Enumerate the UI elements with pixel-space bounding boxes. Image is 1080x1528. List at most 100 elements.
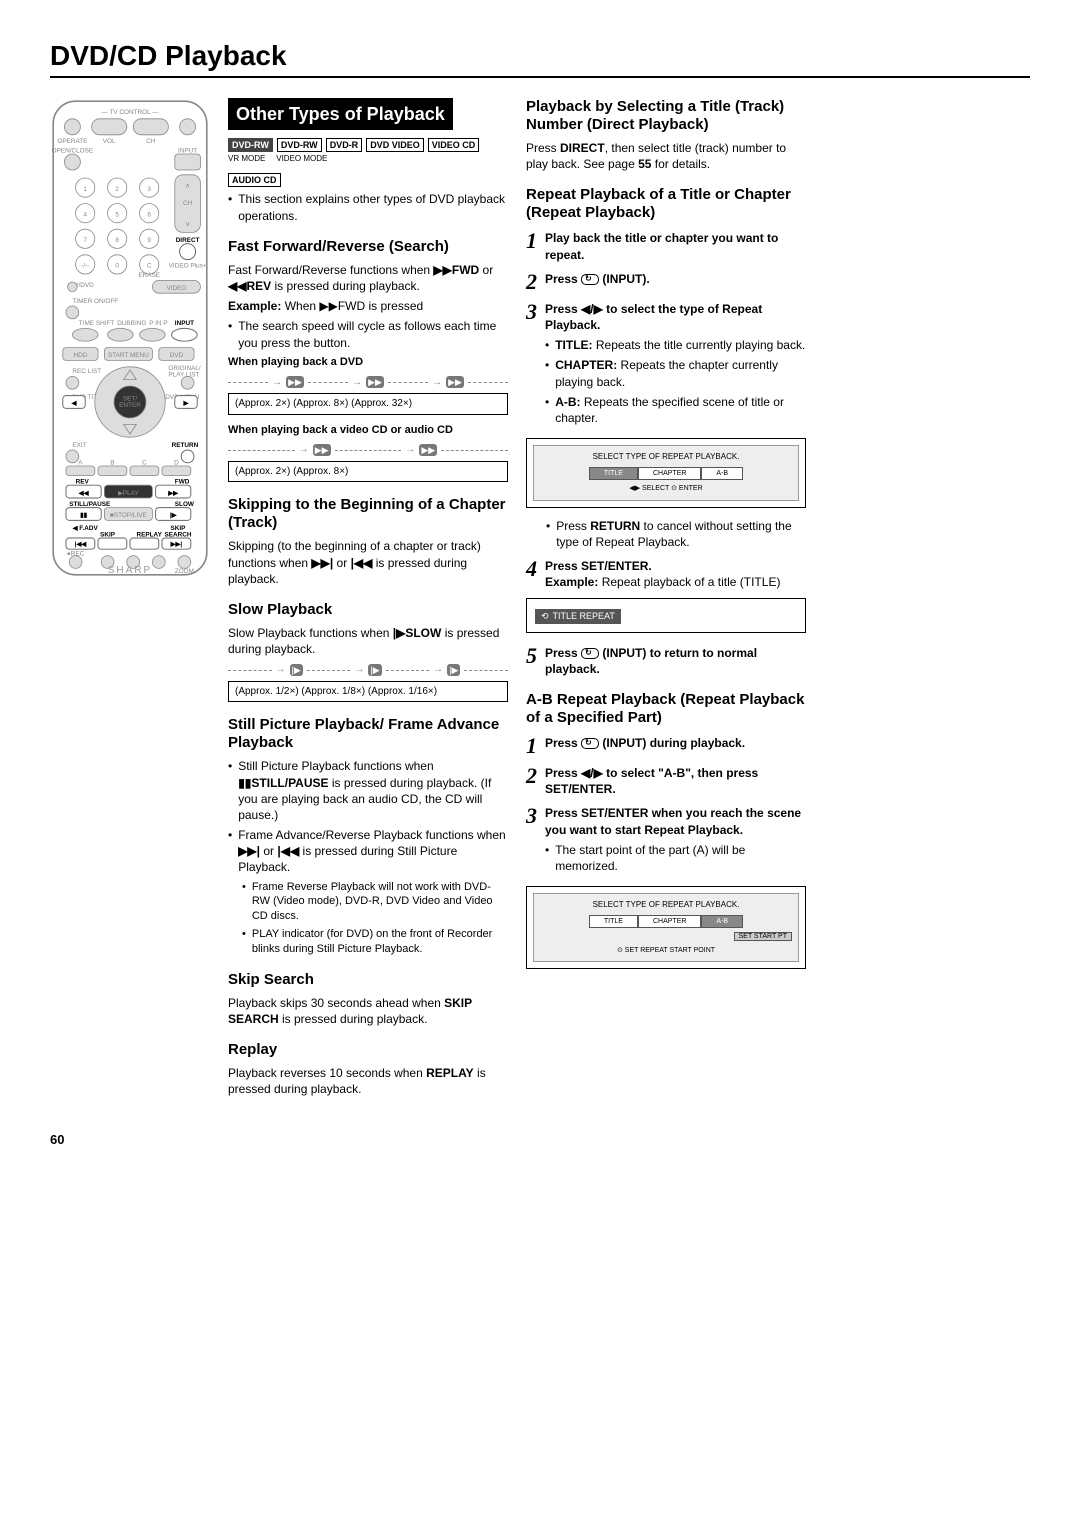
- ffr-example: Example: When ▶▶FWD is pressed: [228, 298, 508, 314]
- still-b2: Frame Advance/Reverse Playback functions…: [228, 827, 508, 876]
- svg-text:REC LIST: REC LIST: [72, 368, 101, 375]
- still-b1: Still Picture Playback functions when ▮▮…: [228, 758, 508, 823]
- osd-tab-ab: A-B: [701, 467, 743, 480]
- svg-text:■STOP/LIVE: ■STOP/LIVE: [110, 512, 147, 519]
- svg-text:CH: CH: [183, 200, 193, 207]
- svg-text:∧: ∧: [185, 183, 190, 190]
- heading-still: Still Picture Playback/ Frame Advance Pl…: [228, 716, 508, 752]
- input-icon: [581, 274, 599, 285]
- svg-text:●REC: ●REC: [67, 551, 85, 558]
- svg-text:HDD: HDD: [73, 352, 87, 359]
- repeat-osd: SELECT TYPE OF REPEAT PLAYBACK. TITLE CH…: [526, 438, 806, 508]
- svg-text:5: 5: [115, 211, 119, 218]
- svg-text:TIMER ON/OFF: TIMER ON/OFF: [72, 298, 118, 305]
- section-title: Other Types of Playback: [228, 98, 453, 130]
- repeat-step-4: 4 Press SET/ENTER. Example: Repeat playb…: [526, 558, 806, 590]
- heading-skipsearch: Skip Search: [228, 971, 508, 989]
- heading-repeat: Repeat Playback of a Title or Chapter (R…: [526, 186, 806, 222]
- svg-text:SLOW: SLOW: [175, 501, 195, 508]
- svg-text:D: D: [174, 459, 179, 466]
- badge-audiocd: AUDIO CD: [228, 173, 281, 187]
- svg-text:C: C: [147, 263, 152, 270]
- input-icon: [581, 648, 599, 659]
- ab-step-1: 1 Press (INPUT) during playback.: [526, 735, 806, 757]
- svg-text:◀◀: ◀◀: [78, 490, 89, 497]
- svg-text:SKIP: SKIP: [100, 531, 116, 538]
- title-rule: [50, 76, 1030, 78]
- ffr-cd-flow: →▶▶ →▶▶: [228, 443, 508, 457]
- badge-dvdvideo: DVD VIDEO: [366, 138, 424, 152]
- slow-body: Slow Playback functions when |▶SLOW is p…: [228, 625, 508, 657]
- svg-text:VIDEO Plus+: VIDEO Plus+: [169, 263, 207, 270]
- input-icon: [581, 738, 599, 749]
- heading-direct: Playback by Selecting a Title (Track) Nu…: [526, 98, 806, 134]
- svg-text:VIDEO: VIDEO: [166, 285, 186, 292]
- svg-text:1: 1: [83, 186, 87, 193]
- slow-flow: →|▶ →|▶ →|▶: [228, 663, 508, 677]
- svg-text:|◀◀: |◀◀: [75, 541, 87, 548]
- ffr-dvd-label: When playing back a DVD: [228, 355, 508, 370]
- heading-ffr: Fast Forward/Reverse (Search): [228, 238, 508, 256]
- badge-subs: VR MODE VIDEO MODE: [228, 154, 508, 165]
- svg-text:CH: CH: [146, 138, 156, 145]
- svg-text:∨: ∨: [185, 221, 190, 228]
- svg-text:6: 6: [147, 211, 151, 218]
- svg-text:8: 8: [115, 237, 119, 244]
- svg-text:4: 4: [83, 211, 87, 218]
- ab-step-2: 2 Press ◀/▶ to select "A-B", then press …: [526, 765, 806, 797]
- disc-badges: DVD-RW DVD-RW DVD-R DVD VIDEO VIDEO CD: [228, 138, 508, 152]
- svg-text:DIRECT: DIRECT: [176, 237, 200, 244]
- repeat-step-1: 1 Play back the title or chapter you wan…: [526, 230, 806, 262]
- svg-text:EXIT: EXIT: [72, 442, 86, 449]
- ffr-dvd-values: (Approx. 2×) (Approx. 8×) (Approx. 32×): [228, 393, 508, 415]
- svg-text:▶PLAY: ▶PLAY: [118, 490, 140, 497]
- osd-tab-title: TITLE: [589, 467, 638, 480]
- svg-text:VOL: VOL: [103, 138, 116, 145]
- page-title: DVD/CD Playback: [50, 40, 1030, 72]
- svg-text:◀ F.ADV: ◀ F.ADV: [72, 525, 99, 532]
- remote-control-figure: — TV CONTROL — OPERATE VOL CH OPEN/CLOSE…: [50, 98, 210, 1102]
- svg-text:— TV CONTROL —: — TV CONTROL —: [101, 109, 159, 116]
- direct-body: Press DIRECT, then select title (track) …: [526, 140, 806, 172]
- svg-text:FWD: FWD: [175, 479, 190, 486]
- svg-text:OPEN/CLOSE: OPEN/CLOSE: [52, 147, 94, 154]
- svg-text:INPUT: INPUT: [175, 320, 194, 327]
- still-n2: PLAY indicator (for DVD) on the front of…: [242, 927, 508, 957]
- svg-text:ERASE: ERASE: [138, 272, 160, 279]
- repeat-step-5: 5 Press (INPUT) to return to normal play…: [526, 645, 806, 677]
- badge-videocd: VIDEO CD: [428, 138, 480, 152]
- slow-values: (Approx. 1/2×) (Approx. 1/8×) (Approx. 1…: [228, 681, 508, 703]
- svg-text:0: 0: [115, 263, 119, 270]
- svg-text:9: 9: [147, 237, 151, 244]
- heading-replay: Replay: [228, 1041, 508, 1059]
- ab-osd: SELECT TYPE OF REPEAT PLAYBACK. TITLE CH…: [526, 886, 806, 969]
- svg-text:C: C: [142, 459, 147, 466]
- svg-text:3: 3: [147, 186, 151, 193]
- page-number: 60: [50, 1132, 1030, 1147]
- ab-step-3: 3 Press SET/ENTER when you reach the sce…: [526, 805, 806, 878]
- svg-text:B: B: [110, 459, 114, 466]
- badge-dvdrw-video: DVD-RW: [277, 138, 322, 152]
- repeat-return-bullet: Press RETURN to cancel without setting t…: [546, 518, 806, 550]
- svg-text:▶▶|: ▶▶|: [170, 541, 183, 548]
- svg-text:START MENU: START MENU: [108, 352, 149, 359]
- svg-text:OPERATE: OPERATE: [57, 138, 87, 145]
- ffr-dvd-flow: →▶▶ →▶▶ →▶▶: [228, 376, 508, 390]
- svg-text:TIME SHIFT: TIME SHIFT: [79, 320, 115, 327]
- still-n1: Frame Reverse Playback will not work wit…: [242, 880, 508, 925]
- svg-text:ENTER: ENTER: [119, 402, 141, 409]
- svg-text:REV: REV: [76, 479, 90, 486]
- skip-body: Skipping (to the beginning of a chapter …: [228, 538, 508, 587]
- svg-text:INPUT: INPUT: [178, 147, 197, 154]
- svg-text:▶: ▶: [183, 400, 189, 407]
- svg-text:◀: ◀: [71, 400, 77, 407]
- intro-bullet: This section explains other types of DVD…: [228, 191, 508, 223]
- svg-text:A: A: [78, 459, 83, 466]
- ffr-cd-label: When playing back a video CD or audio CD: [228, 423, 508, 438]
- svg-text:P IN P: P IN P: [149, 320, 167, 327]
- skipsearch-body: Playback skips 30 seconds ahead when SKI…: [228, 995, 508, 1027]
- osd-tab-chapter: CHAPTER: [638, 467, 701, 480]
- svg-text:2: 2: [115, 186, 119, 193]
- svg-text:STILL/PAUSE: STILL/PAUSE: [69, 501, 111, 508]
- ffr-body: Fast Forward/Reverse functions when ▶▶FW…: [228, 262, 508, 294]
